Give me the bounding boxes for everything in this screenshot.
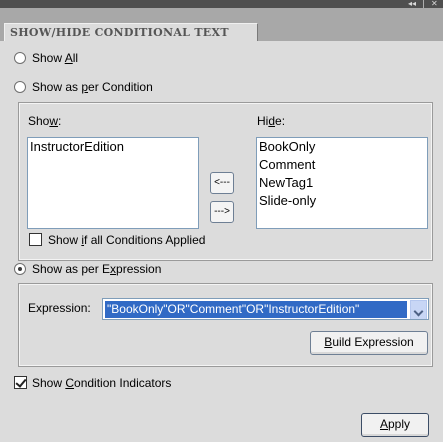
- close-icon[interactable]: ✕: [431, 0, 438, 8]
- show-if-all-applied-checkbox[interactable]: [29, 233, 42, 246]
- show-per-condition-radio[interactable]: [14, 81, 26, 93]
- apply-button[interactable]: Apply: [361, 413, 429, 437]
- build-expression-button[interactable]: Build Expression: [310, 331, 428, 355]
- divider: |: [422, 0, 425, 8]
- show-per-expression-radio[interactable]: [14, 263, 26, 275]
- hide-list-item[interactable]: Comment: [257, 156, 427, 174]
- expression-value: "BookOnly"OR"Comment"OR"InstructorEditio…: [105, 301, 407, 318]
- tab-strip: SHOW/HIDE CONDITIONAL TEXT: [0, 8, 443, 42]
- tab-show-hide-conditional-text[interactable]: SHOW/HIDE CONDITIONAL TEXT: [4, 23, 258, 42]
- hide-list[interactable]: BookOnly Comment NewTag1 Slide-only: [256, 137, 428, 229]
- move-to-hide-button[interactable]: --->: [210, 201, 234, 223]
- conditional-text-panel: Show All Show as per Condition Show: Ins…: [0, 41, 443, 442]
- show-all-label: Show All: [32, 51, 79, 65]
- show-per-condition-label: Show as per Condition: [32, 80, 153, 94]
- panel-title-bar: ◂◂ | ✕: [0, 0, 443, 8]
- hide-list-item[interactable]: BookOnly: [257, 138, 427, 156]
- hide-list-item[interactable]: Slide-only: [257, 192, 427, 210]
- show-list[interactable]: InstructorEdition: [27, 137, 199, 229]
- tab-label: SHOW/HIDE CONDITIONAL TEXT: [10, 26, 229, 39]
- show-condition-indicators-label: Show Condition Indicators: [32, 376, 172, 390]
- expression-label: Expression:: [28, 301, 91, 315]
- expression-select[interactable]: "BookOnly"OR"Comment"OR"InstructorEditio…: [102, 298, 429, 320]
- show-list-item[interactable]: InstructorEdition: [28, 138, 198, 156]
- show-all-radio[interactable]: [14, 52, 26, 64]
- chevron-down-icon[interactable]: [410, 300, 427, 319]
- hide-list-label: Hide:: [257, 114, 286, 128]
- move-to-show-button[interactable]: <---: [210, 172, 234, 194]
- hide-list-item[interactable]: NewTag1: [257, 174, 427, 192]
- show-condition-indicators-checkbox[interactable]: [14, 376, 27, 389]
- show-per-expression-label: Show as per Expression: [32, 262, 162, 276]
- show-if-all-applied-label: Show if all Conditions Applied: [48, 233, 206, 247]
- show-list-label: Show:: [28, 114, 62, 128]
- collapse-icon[interactable]: ◂◂: [408, 0, 416, 8]
